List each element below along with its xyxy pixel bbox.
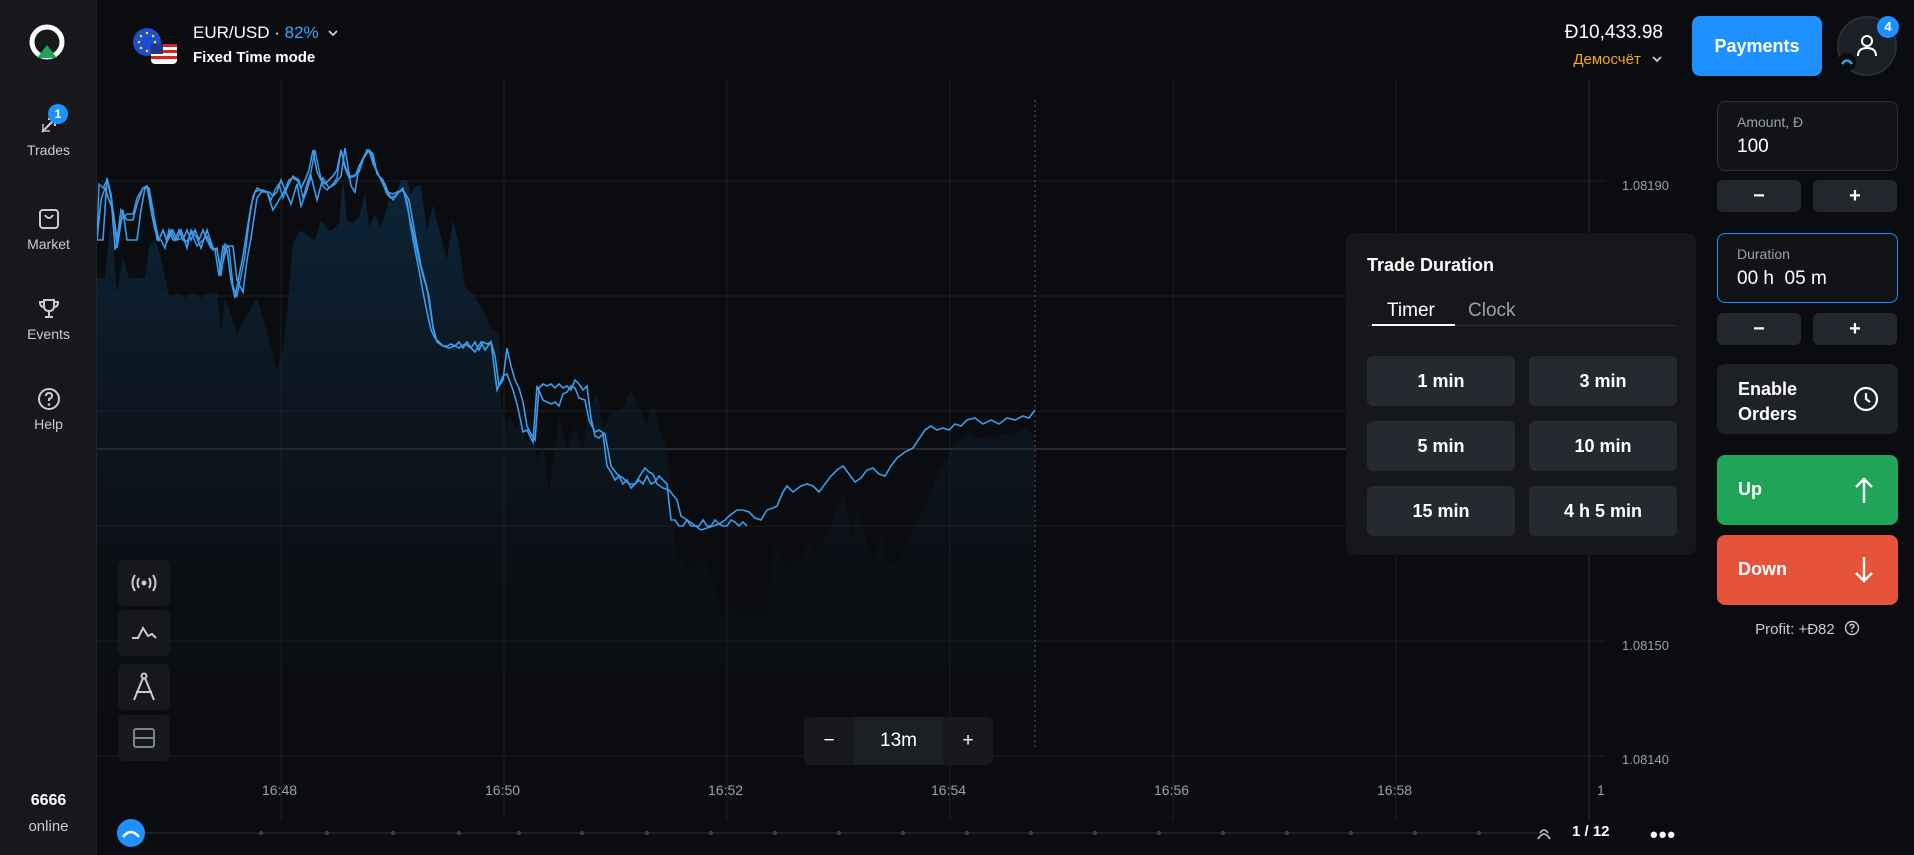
page-indicator: 1 / 12: [1572, 823, 1610, 840]
profit-info: Profit: +Đ82: [1717, 620, 1898, 638]
payments-button[interactable]: Payments: [1692, 16, 1822, 76]
sidebar-item-label: Trades: [26, 142, 71, 158]
clock-icon: [1853, 386, 1879, 412]
duration-option-5-min[interactable]: 5 min: [1367, 421, 1515, 471]
chevron-down-icon: [328, 30, 339, 37]
split-layout-icon: [133, 728, 155, 748]
tab-timer[interactable]: Timer: [1387, 300, 1435, 322]
amount-label: Amount, Đ: [1737, 114, 1804, 130]
time-label: 16:48: [262, 782, 298, 798]
sidebar-item-events[interactable]: Events: [0, 296, 97, 342]
help-icon: [37, 388, 60, 410]
duration-option-1-min[interactable]: 1 min: [1367, 356, 1515, 406]
enable-orders-button[interactable]: Enable Orders: [1717, 364, 1898, 434]
amount-field[interactable]: Amount, Đ 100: [1717, 101, 1898, 171]
price-label: 1.08150: [1622, 638, 1669, 653]
time-label: 16:54: [931, 782, 967, 798]
zoom-in-button[interactable]: +: [943, 717, 993, 765]
online-label: online: [28, 818, 69, 835]
duration-increase-button[interactable]: +: [1813, 313, 1897, 345]
duration-value[interactable]: 00 h 05 m: [1737, 268, 1827, 290]
time-label: 16:52: [708, 782, 744, 798]
online-counter: 6666 online: [0, 792, 97, 835]
chart-zoom-control: − 13m +: [804, 717, 993, 765]
duration-label: Duration: [1737, 246, 1790, 262]
down-button[interactable]: Down: [1717, 535, 1898, 605]
asset-separator: ·: [269, 23, 285, 42]
sidebar-item-help[interactable]: Help: [0, 386, 97, 432]
account-balance[interactable]: Đ10,433.98 Демосчёт: [1565, 22, 1663, 68]
logo[interactable]: [29, 24, 65, 60]
sidebar: 1 Trades Market Events Help 6666 online: [0, 0, 97, 855]
plus-icon: +: [1849, 317, 1861, 340]
more-options-button[interactable]: •••: [1650, 822, 1676, 848]
indicators-tool-button[interactable]: [118, 610, 170, 656]
trophy-icon: [38, 299, 59, 318]
enable-orders-label: Enable Orders: [1738, 379, 1798, 424]
amount-increase-button[interactable]: +: [1813, 180, 1897, 212]
sidebar-item-label: Events: [27, 326, 70, 342]
eur-usd-flags-icon: [133, 28, 177, 64]
amount-value[interactable]: 100: [1737, 136, 1769, 158]
trade-duration-title: Trade Duration: [1367, 255, 1495, 275]
time-label: 16:56: [1154, 782, 1190, 798]
trades-badge: 1: [48, 104, 68, 124]
zoom-out-button[interactable]: −: [804, 717, 854, 765]
online-count: 6666: [30, 792, 67, 809]
trading-mode: Fixed Time mode: [193, 49, 316, 66]
time-label: 1: [1597, 782, 1605, 798]
active-tab-indicator: [1372, 324, 1455, 326]
account-type-label: Демосчёт: [1573, 51, 1641, 68]
timeline-scroller[interactable]: [97, 815, 1914, 855]
duration-decrease-button[interactable]: −: [1717, 313, 1801, 345]
broadcast-icon: [131, 574, 157, 592]
sidebar-item-market[interactable]: Market: [0, 206, 97, 252]
help-icon[interactable]: [1844, 620, 1860, 636]
arrow-down-icon: [1855, 557, 1873, 583]
profit-text: Profit: +Đ82: [1755, 621, 1835, 638]
asset-name[interactable]: EUR/USD · 82%: [193, 23, 339, 43]
shopping-bag-icon: [38, 209, 59, 229]
down-label: Down: [1738, 559, 1787, 579]
user-icon: [1857, 35, 1877, 57]
compass-icon: [133, 672, 155, 701]
sidebar-item-label: Market: [27, 236, 70, 252]
asset-pair: EUR/USD: [193, 23, 270, 42]
zoom-level: 13m: [854, 717, 943, 765]
sidebar-item-trades[interactable]: 1 Trades: [0, 104, 97, 158]
sidebar-item-label: Help: [34, 416, 63, 432]
up-button[interactable]: Up: [1717, 455, 1898, 525]
price-label: 1.08140: [1622, 752, 1669, 767]
balance-amount: Đ10,433.98: [1564, 22, 1663, 43]
signals-tool-button[interactable]: [118, 560, 170, 606]
status-indicator-icon: [1838, 53, 1856, 71]
indicator-line-icon: [132, 625, 157, 639]
trade-duration-panel: Trade Duration Timer Clock 1 min 3 min 5…: [1346, 233, 1696, 555]
notifications-badge: 4: [1877, 16, 1899, 38]
asset-payout: 82%: [284, 23, 319, 42]
amount-decrease-button[interactable]: −: [1717, 180, 1801, 212]
plus-icon: +: [1849, 184, 1861, 207]
arrow-up-icon: [1855, 477, 1873, 503]
drawing-tool-button[interactable]: [118, 664, 170, 710]
chevron-down-icon: [1652, 56, 1662, 63]
layout-tool-button[interactable]: [118, 715, 170, 761]
up-label: Up: [1738, 479, 1762, 499]
duration-option-10-min[interactable]: 10 min: [1529, 421, 1677, 471]
time-label: 16:58: [1377, 782, 1413, 798]
duration-option-4h-5-min[interactable]: 4 h 5 min: [1529, 486, 1677, 536]
profile-avatar[interactable]: 4: [1837, 16, 1899, 76]
duration-option-3-min[interactable]: 3 min: [1529, 356, 1677, 406]
trade-duration-tabs: Timer Clock: [1367, 290, 1677, 326]
duration-option-15-min[interactable]: 15 min: [1367, 486, 1515, 536]
minus-icon: −: [1753, 184, 1765, 207]
price-label: 1.08190: [1622, 178, 1669, 193]
time-label: 16:50: [485, 782, 521, 798]
account-type[interactable]: Демосчёт: [1565, 51, 1663, 68]
minus-icon: −: [1753, 317, 1765, 340]
tab-clock[interactable]: Clock: [1468, 300, 1516, 322]
duration-field[interactable]: Duration 00 h 05 m: [1717, 233, 1898, 303]
